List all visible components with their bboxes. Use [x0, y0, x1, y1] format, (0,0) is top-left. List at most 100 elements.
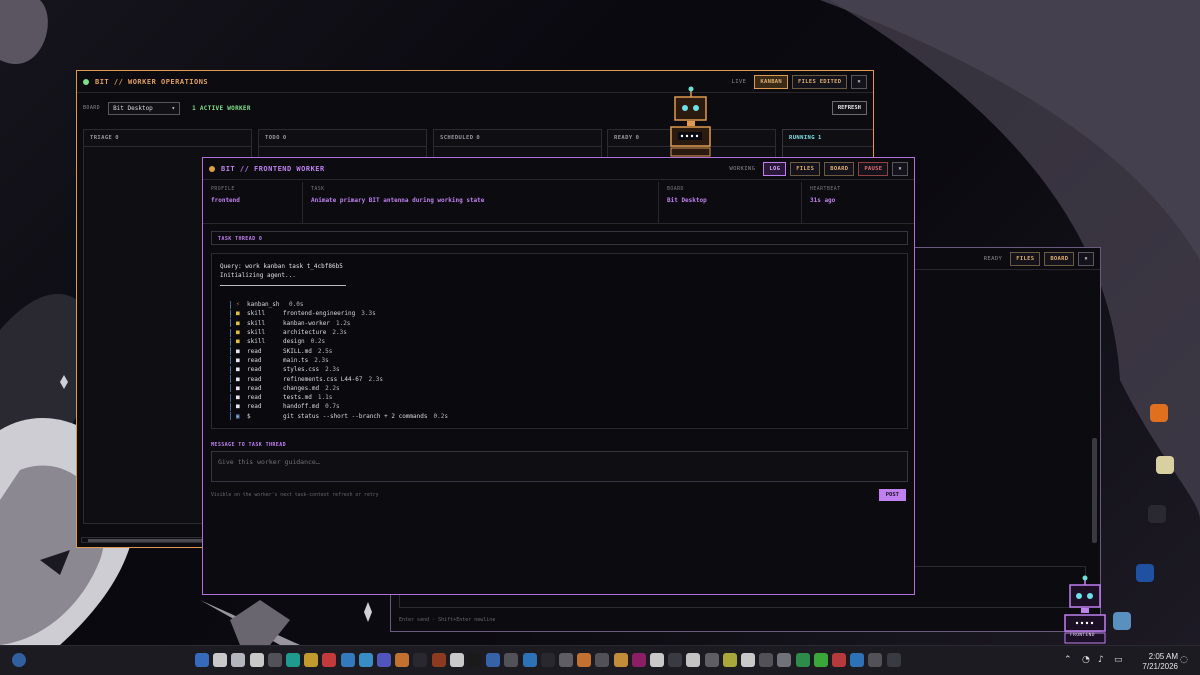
log-row-kind: kanban_sh [247, 301, 280, 309]
notion-taskbar-icon[interactable] [686, 653, 701, 667]
log-row: ■ read changes.md 2.2s [220, 384, 899, 393]
log-row-icon: ■ [236, 384, 240, 392]
app-taskbar-icon[interactable] [777, 653, 792, 667]
app-taskbar-icon[interactable] [722, 653, 737, 667]
worker-status: WORKING [729, 165, 756, 172]
log-row-icon: ■ [236, 310, 240, 318]
log-row-value: tests.md [283, 394, 312, 402]
office-taskbar-icon[interactable] [486, 653, 501, 667]
chatgpt-taskbar-icon[interactable] [286, 653, 300, 667]
log-row-value: kanban-worker [283, 319, 330, 327]
log-row-icon: ■ [236, 356, 240, 364]
back-board-button[interactable]: BOARD [1044, 251, 1075, 266]
message-input[interactable]: Give this worker guidance… [211, 451, 908, 482]
chevron-up-icon[interactable]: ⌃ [1064, 655, 1072, 665]
start-taskbar-icon[interactable] [195, 653, 209, 667]
log-row-rail [230, 328, 231, 337]
log-row-rail [230, 412, 231, 421]
init-line: Initializing agent... [220, 272, 296, 279]
log-row-value: frontend-engineering [283, 310, 356, 318]
x-taskbar-icon[interactable] [468, 653, 482, 667]
log-row-time: 2.5s [317, 347, 333, 355]
log-row-time: 0.2s [310, 338, 326, 346]
app-desktop-icon[interactable] [1156, 456, 1174, 474]
log-row-kind: skill [247, 338, 266, 346]
app-taskbar-icon[interactable] [759, 653, 774, 667]
xbox-taskbar-icon[interactable] [795, 653, 810, 667]
app-taskbar-icon[interactable] [886, 653, 901, 667]
log-row-rail [230, 337, 231, 346]
files-edited-button[interactable]: FILES EDITED [792, 74, 848, 89]
board-select[interactable]: Bit Desktop ▾ [108, 101, 181, 115]
discord-taskbar-icon[interactable] [377, 653, 391, 667]
worker-titlebar: BIT // FRONTEND WORKER WORKING LOG FILES… [203, 158, 914, 180]
app-taskbar-icon[interactable] [595, 653, 610, 667]
app-taskbar-icon[interactable] [868, 653, 883, 667]
app-taskbar-icon[interactable] [832, 653, 846, 667]
kanban-button[interactable]: KANBAN [754, 74, 789, 89]
app-taskbar-icon[interactable] [413, 653, 428, 667]
back-files-button[interactable]: FILES [1010, 251, 1041, 266]
files-taskbar-icon[interactable] [304, 653, 319, 667]
log-row-time: 3.3s [361, 310, 376, 318]
ops-close-button[interactable]: × [851, 74, 867, 89]
steam-taskbar-icon[interactable] [431, 653, 446, 667]
obsidian-taskbar-icon[interactable] [559, 653, 573, 667]
thunderbird-taskbar-icon[interactable] [340, 653, 355, 667]
blender2-taskbar-icon[interactable] [613, 653, 628, 667]
game-taskbar-icon[interactable] [395, 653, 410, 667]
refresh-button[interactable]: REFRESH [831, 101, 867, 115]
volume-icon[interactable]: ♪ [1098, 655, 1104, 665]
log-row-time: 1.2s [335, 319, 351, 327]
log-row-time: 2.3s [314, 356, 329, 364]
worker-files-button[interactable]: FILES [790, 161, 821, 176]
task-view-taskbar-icon[interactable] [231, 653, 246, 667]
log-row-rail [230, 319, 231, 328]
ops-titlebar: BIT // WORKER OPERATIONS LIVE KANBAN FIL… [77, 71, 873, 93]
app-taskbar-icon[interactable] [741, 653, 755, 667]
app-taskbar-icon[interactable] [504, 653, 519, 667]
meta-task: TASK Animate primary BIT antenna during w… [303, 182, 659, 223]
log-row: ▣ $ git status --short --branch + 2 comman… [220, 412, 899, 421]
back-close-button[interactable]: × [1078, 251, 1094, 266]
frontend-worker-window: BIT // FRONTEND WORKER WORKING LOG FILES… [202, 157, 915, 595]
blender-taskbar-icon[interactable] [577, 653, 592, 667]
people-desktop-icon[interactable] [1148, 505, 1166, 523]
back-vertical-scrollbar[interactable] [1092, 438, 1097, 543]
github-taskbar-icon[interactable] [540, 653, 555, 667]
telegram-taskbar-icon[interactable] [358, 653, 373, 667]
worker-board-button[interactable]: BOARD [824, 161, 855, 176]
notification-bell-icon[interactable]: ◌ [1180, 655, 1188, 665]
minecraft-taskbar-icon[interactable] [813, 653, 828, 667]
wifi-icon[interactable]: ◔ [1082, 655, 1090, 665]
clock[interactable]: 2:05 AM 7/21/2026 [1142, 652, 1178, 672]
vscode-taskbar-icon[interactable] [522, 653, 537, 667]
app-taskbar-icon[interactable] [668, 653, 683, 667]
log-row-kind: skill [247, 329, 266, 337]
music-taskbar-icon[interactable] [249, 653, 264, 667]
app-taskbar-icon[interactable] [631, 653, 646, 667]
log-row-time: 2.3s [332, 329, 347, 337]
post-button[interactable]: POST [878, 489, 906, 501]
weather-icon[interactable] [12, 653, 26, 667]
blender-desktop-icon[interactable] [1150, 404, 1168, 422]
worker-close-button[interactable]: × [892, 161, 908, 176]
log-button[interactable]: LOG [763, 161, 787, 176]
log-row-value: changes.md [283, 384, 320, 392]
log-row-rail [230, 402, 231, 411]
robot-label: FRONTEND [1070, 633, 1095, 638]
log-row-rail [230, 347, 231, 356]
app-taskbar-icon[interactable] [650, 653, 664, 667]
telegram2-taskbar-icon[interactable] [850, 653, 865, 667]
recycle-bin-icon[interactable] [1113, 612, 1131, 630]
app-taskbar-icon[interactable] [449, 653, 464, 667]
app-taskbar-icon[interactable] [704, 653, 719, 667]
board-label: BOARD [83, 105, 101, 111]
widgets-taskbar-icon[interactable] [267, 653, 282, 667]
chrome-taskbar-icon[interactable] [322, 653, 337, 667]
moon-desktop-icon[interactable] [1136, 564, 1154, 582]
search-taskbar-icon[interactable] [213, 653, 228, 667]
pause-button[interactable]: PAUSE [858, 161, 889, 176]
battery-icon[interactable]: ▭ [1114, 655, 1123, 665]
log-row-time: 2.3s [325, 366, 340, 374]
